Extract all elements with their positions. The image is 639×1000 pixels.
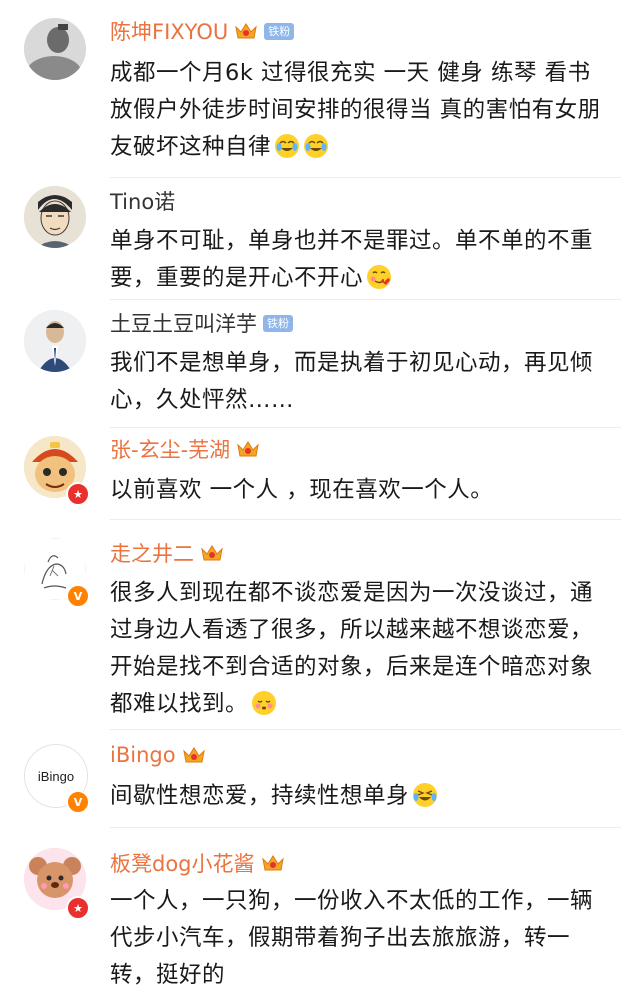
comment-text: 一个人，一只狗，一份收入不太低的工作，一辆代步小汽车，假期带着狗子出去旅旅游，转… xyxy=(110,883,615,994)
comment-text: 我们不是想单身，而是执着于初见心动，再见倾心，久处怦然…… xyxy=(110,345,615,419)
avatar[interactable] xyxy=(24,186,86,248)
avatar[interactable] xyxy=(24,310,86,372)
username[interactable]: 张-玄尘-芜湖 xyxy=(110,434,230,464)
verified-badge-icon: V xyxy=(66,584,90,608)
username[interactable]: 土豆土豆叫洋芋 xyxy=(110,308,257,338)
comment-header: 张-玄尘-芜湖 xyxy=(110,434,260,464)
comment-body: 我们不是想单身，而是执着于初见心动，再见倾心，久处怦然…… xyxy=(110,350,594,413)
comment-body: 以前喜欢 一个人 ，现在喜欢一个人。 xyxy=(110,477,494,503)
laughing-tears-emoji xyxy=(413,783,438,807)
fan-badge: 铁粉 xyxy=(263,314,293,332)
comment-item: iBingo V iBingo 间歇性想恋爱，持续性想单身 xyxy=(0,730,639,828)
avatar[interactable] xyxy=(24,18,86,80)
comment-header: 陈坤FIXYOU 铁粉 xyxy=(110,16,295,46)
avatar-photo-icon xyxy=(24,18,86,80)
verified-badge-icon: V xyxy=(66,790,90,814)
comment-text: 成都一个月6k 过得很充实 一天 健身 练琴 看书 放假户外徒步时间安排的很得当… xyxy=(110,55,615,166)
comment-text: 很多人到现在都不谈恋爱是因为一次没谈过，通过身边人看透了很多，所以越来越不想谈恋… xyxy=(110,575,615,723)
username[interactable]: iBingo xyxy=(110,743,176,767)
vip-crown-icon xyxy=(201,545,223,561)
comment-item: V 走之井二 很多人到现在都不谈恋爱是因为一次没谈过，通过身边人看透了很多，所以… xyxy=(0,520,639,730)
comment-item: Tino诺 单身不可耻，单身也并不是罪过。单不单的不重要，重要的是开心不开心 xyxy=(0,178,639,300)
comment-header: 板凳dog小花酱 xyxy=(110,848,285,878)
crying-laughing-emoji xyxy=(304,134,329,158)
vip-crown-icon xyxy=(237,441,259,457)
verified-badge-icon: ★ xyxy=(66,896,90,920)
comment-item: 陈坤FIXYOU 铁粉 成都一个月6k 过得很充实 一天 健身 练琴 看书 放假… xyxy=(0,0,639,178)
comment-list: 陈坤FIXYOU 铁粉 成都一个月6k 过得很充实 一天 健身 练琴 看书 放假… xyxy=(0,0,639,1000)
username[interactable]: Tino诺 xyxy=(110,186,175,216)
username[interactable]: 走之井二 xyxy=(110,538,194,568)
comment-text: 单身不可耻，单身也并不是罪过。单不单的不重要，重要的是开心不开心 xyxy=(110,223,615,297)
comment-header: iBingo xyxy=(110,740,206,770)
comment-item: ★ 张-玄尘-芜湖 以前喜欢 一个人 ，现在喜欢一个人。 xyxy=(0,428,639,520)
comment-header: 走之井二 xyxy=(110,538,224,568)
verified-badge-icon: ★ xyxy=(66,482,90,506)
avatar-text: iBingo xyxy=(38,769,74,784)
vip-crown-icon xyxy=(261,855,284,871)
vip-crown-icon xyxy=(235,23,258,39)
blush-face-emoji xyxy=(252,691,277,715)
comment-header: 土豆土豆叫洋芋 铁粉 xyxy=(110,308,293,338)
fan-badge: 铁粉 xyxy=(264,22,295,40)
comment-item: 土豆土豆叫洋芋 铁粉 我们不是想单身，而是执着于初见心动，再见倾心，久处怦然…… xyxy=(0,300,639,428)
comment-body: 间歇性想恋爱，持续性想单身 xyxy=(110,783,410,809)
comment-body: 单身不可耻，单身也并不是罪过。单不单的不重要，重要的是开心不开心 xyxy=(110,228,594,291)
vip-crown-icon xyxy=(182,747,205,763)
comment-item: ★ 板凳dog小花酱 一个人，一只狗，一份收入不太低的工作，一辆代步小汽车，假期… xyxy=(0,828,639,1000)
avatar-photo-icon xyxy=(24,310,86,372)
comment-body: 很多人到现在都不谈恋爱是因为一次没谈过，通过身边人看透了很多，所以越来越不想谈恋… xyxy=(110,580,594,717)
comment-body: 成都一个月6k 过得很充实 一天 健身 练琴 看书 放假户外徒步时间安排的很得当… xyxy=(110,60,601,160)
avatar-illustration-icon xyxy=(24,186,86,248)
crying-laughing-emoji xyxy=(275,134,300,158)
love-face-emoji xyxy=(367,265,392,289)
comment-body: 一个人，一只狗，一份收入不太低的工作，一辆代步小汽车，假期带着狗子出去旅旅游，转… xyxy=(110,888,594,988)
comment-text: 以前喜欢 一个人 ，现在喜欢一个人。 xyxy=(110,472,615,509)
username[interactable]: 板凳dog小花酱 xyxy=(110,848,255,878)
username[interactable]: 陈坤FIXYOU xyxy=(110,16,228,46)
comment-header: Tino诺 xyxy=(110,186,175,216)
comment-text: 间歇性想恋爱，持续性想单身 xyxy=(110,778,615,815)
